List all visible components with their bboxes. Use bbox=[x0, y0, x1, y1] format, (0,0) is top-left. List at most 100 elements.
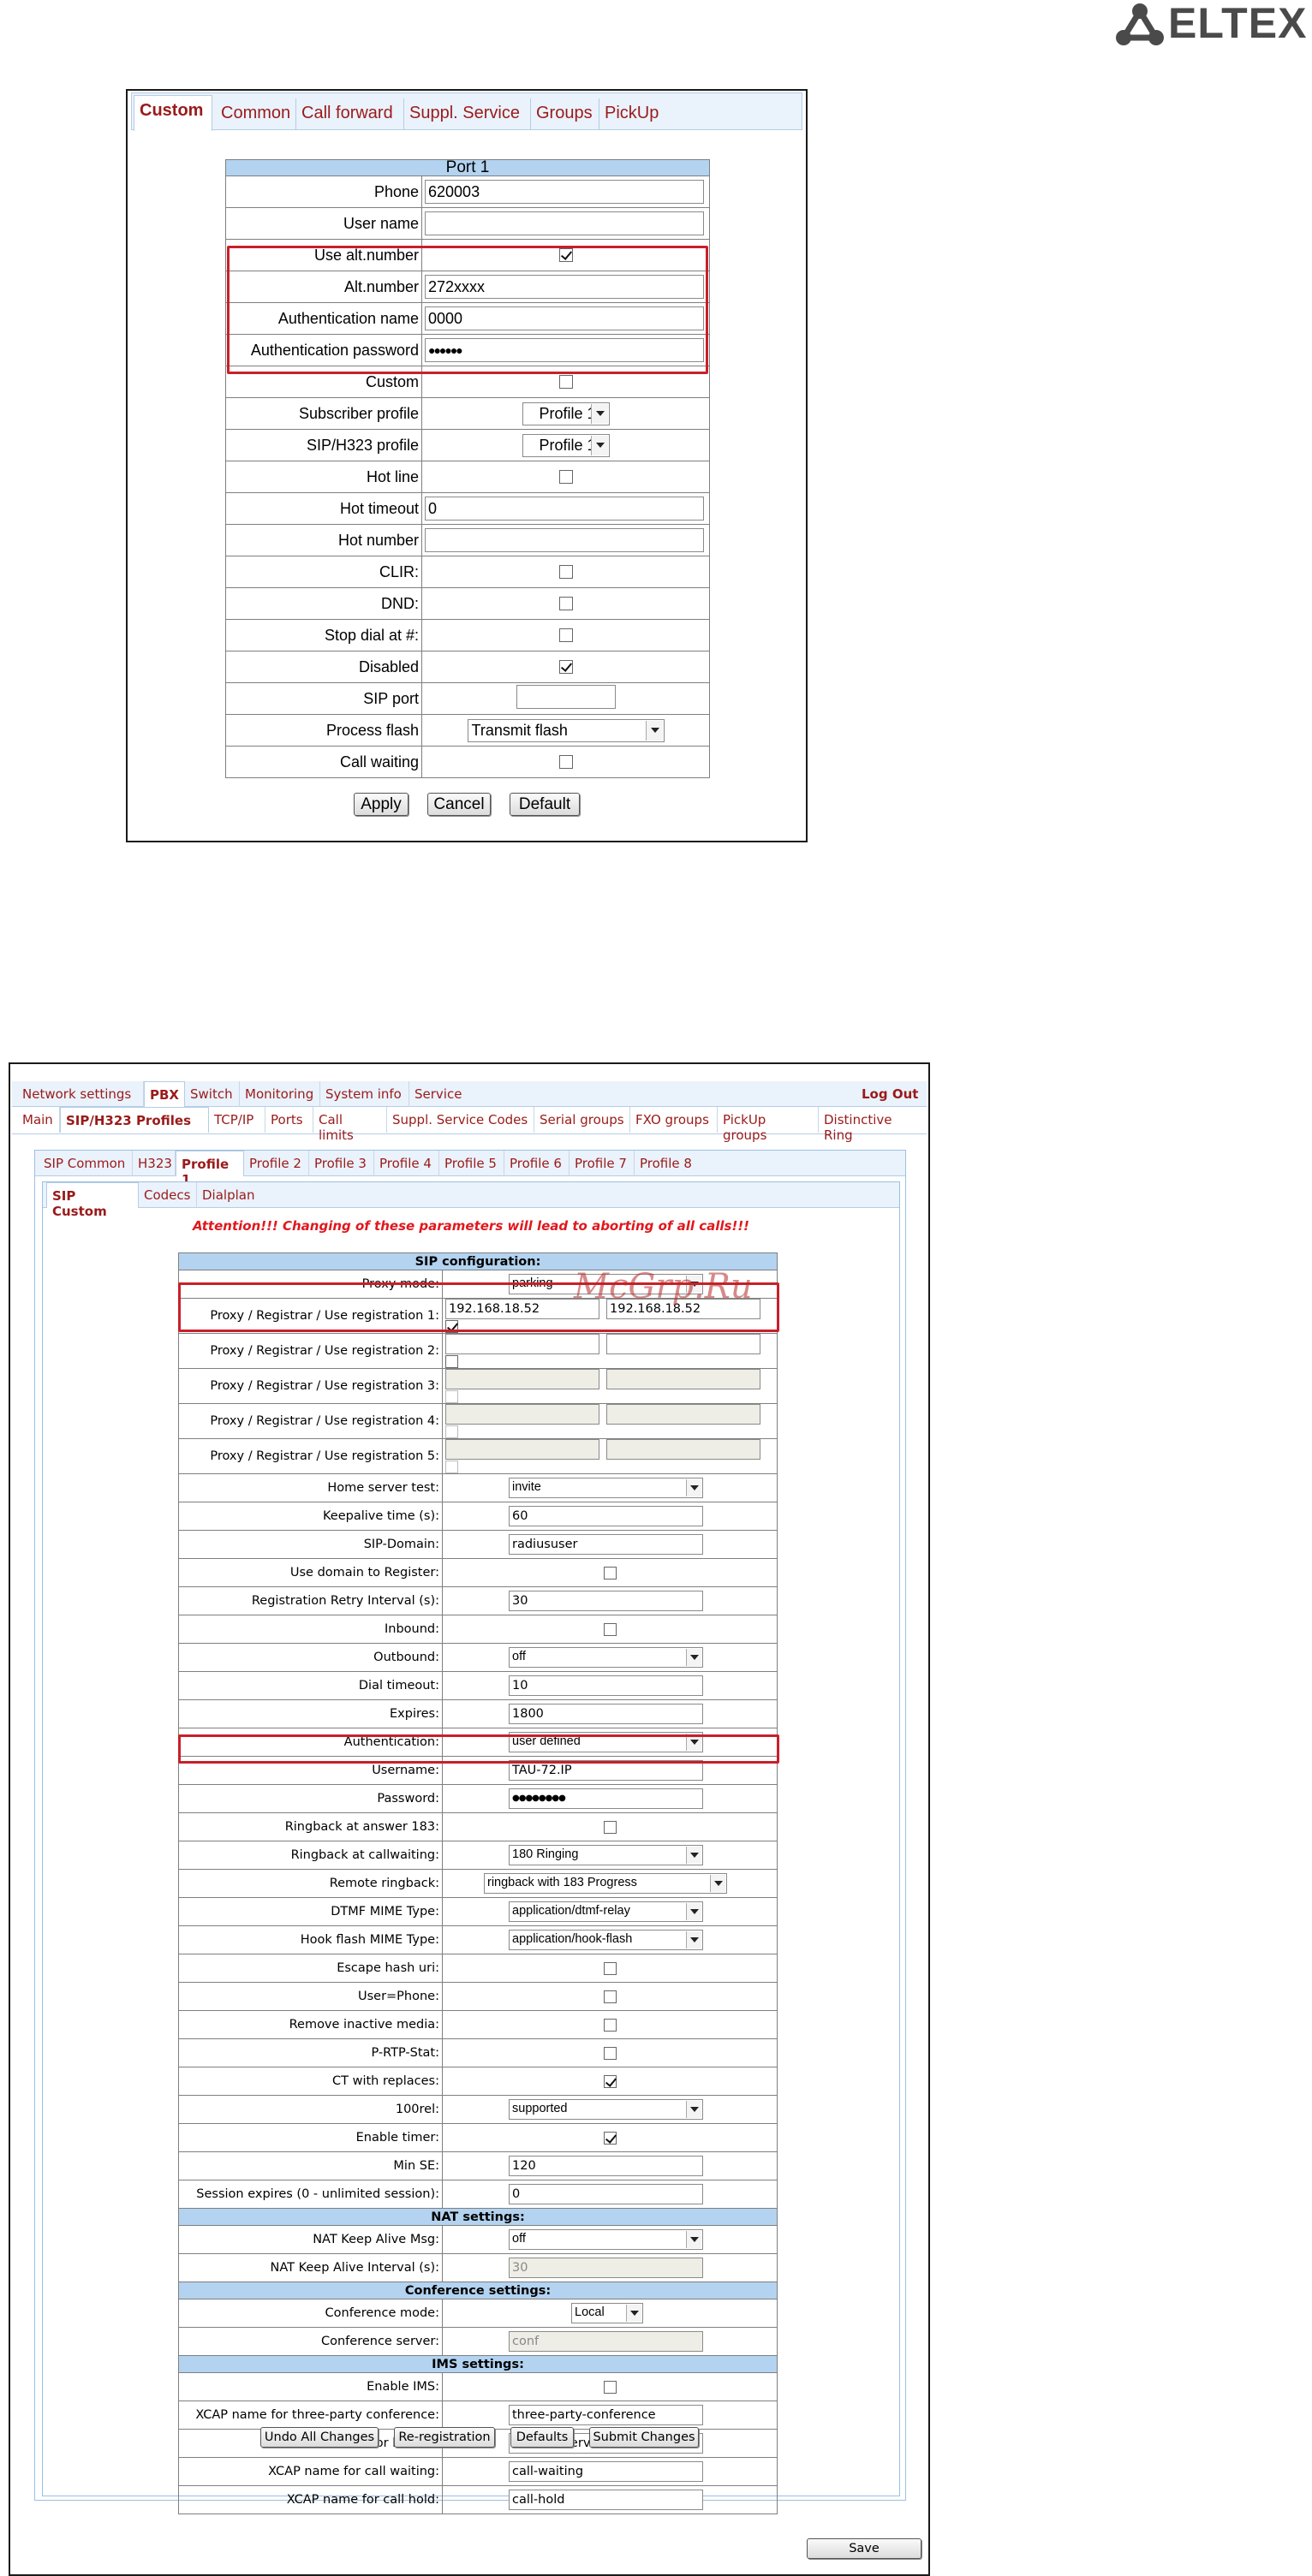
tab-monitoring[interactable]: Monitoring bbox=[240, 1081, 320, 1107]
save-button[interactable]: Save bbox=[807, 2538, 921, 2559]
tab-main[interactable]: Main bbox=[17, 1107, 60, 1133]
tab-suppl-service-codes[interactable]: Suppl. Service Codes bbox=[387, 1107, 534, 1133]
hotline-checkbox[interactable] bbox=[558, 470, 573, 484]
inbound-checkbox[interactable] bbox=[603, 1622, 617, 1636]
sip-domain-input[interactable]: radiususer bbox=[509, 1534, 703, 1555]
xcap-call-hold-input[interactable]: call-hold bbox=[509, 2490, 703, 2510]
proxy-5-input[interactable] bbox=[445, 1439, 599, 1460]
tab-codecs[interactable]: Codecs bbox=[139, 1182, 197, 1208]
tab-distinctive-ring[interactable]: Distinctive Ring bbox=[819, 1107, 925, 1143]
use-registration-2-checkbox[interactable] bbox=[445, 1354, 458, 1368]
tab-sip-custom[interactable]: SIP Custom bbox=[46, 1182, 139, 1219]
proxy-2-input[interactable] bbox=[445, 1334, 599, 1354]
undo-all-changes-button[interactable]: Undo All Changes bbox=[260, 2427, 379, 2448]
conference-mode-select[interactable]: Local bbox=[571, 2303, 643, 2323]
call-waiting-checkbox[interactable] bbox=[558, 755, 573, 769]
tab-system-info[interactable]: System info bbox=[320, 1081, 409, 1107]
dial-timeout-input[interactable]: 10 bbox=[509, 1675, 703, 1696]
user-phone-checkbox[interactable] bbox=[603, 1990, 617, 2003]
tab-call-limits[interactable]: Call limits bbox=[313, 1107, 387, 1143]
tab-ports[interactable]: Ports bbox=[265, 1107, 313, 1133]
dtmf-mime-select[interactable]: application/dtmf-relay bbox=[509, 1901, 703, 1922]
use-registration-3-checkbox[interactable] bbox=[445, 1389, 458, 1403]
remove-inactive-checkbox[interactable] bbox=[603, 2018, 617, 2032]
nat-keepalive-interval-input[interactable]: 30 bbox=[509, 2258, 703, 2278]
tab-profile-8[interactable]: Profile 8 bbox=[635, 1151, 700, 1176]
tab-sip-common[interactable]: SIP Common bbox=[39, 1151, 133, 1176]
retry-interval-input[interactable]: 30 bbox=[509, 1591, 703, 1611]
tab-network-settings[interactable]: Network settings bbox=[17, 1081, 144, 1107]
tab-pickup[interactable]: PickUp bbox=[599, 98, 668, 129]
dnd-checkbox[interactable] bbox=[558, 597, 573, 610]
tab-groups[interactable]: Groups bbox=[531, 98, 599, 129]
sip-password-input[interactable]: ●●●●●●●● bbox=[509, 1788, 703, 1809]
conference-server-input[interactable]: conf bbox=[509, 2331, 703, 2352]
registrar-5-input[interactable] bbox=[606, 1439, 760, 1460]
process-flash-select[interactable]: Transmit flash bbox=[467, 718, 665, 742]
tab-fxo-groups[interactable]: FXO groups bbox=[630, 1107, 718, 1133]
apply-button[interactable]: Apply bbox=[354, 793, 409, 816]
xcap-call-waiting-input[interactable]: call-waiting bbox=[509, 2461, 703, 2482]
clir-checkbox[interactable] bbox=[558, 565, 573, 579]
tab-profile-2[interactable]: Profile 2 bbox=[244, 1151, 309, 1176]
hot-timeout-input[interactable]: 0 bbox=[425, 497, 705, 521]
logout-link[interactable]: Log Out bbox=[856, 1081, 925, 1107]
outbound-select[interactable]: off bbox=[509, 1647, 703, 1668]
tab-profile-3[interactable]: Profile 3 bbox=[309, 1151, 374, 1176]
tab-profile-4[interactable]: Profile 4 bbox=[374, 1151, 439, 1176]
use-registration-4-checkbox[interactable] bbox=[445, 1425, 458, 1438]
tab-tcp-ip[interactable]: TCP/IP bbox=[209, 1107, 265, 1133]
ringback-callwaiting-select[interactable]: 180 Ringing bbox=[509, 1845, 703, 1865]
tab-call-forward[interactable]: Call forward bbox=[296, 98, 404, 129]
subscriber-profile-select[interactable]: Profile 1 bbox=[522, 402, 610, 425]
remote-ringback-select[interactable]: ringback with 183 Progress bbox=[484, 1873, 727, 1894]
re-registration-button[interactable]: Re-registration bbox=[394, 2427, 495, 2448]
registrar-3-input[interactable] bbox=[606, 1369, 760, 1389]
hot-number-input[interactable] bbox=[425, 528, 705, 552]
tab-pbx[interactable]: PBX bbox=[144, 1081, 185, 1107]
min-se-input[interactable]: 120 bbox=[509, 2156, 703, 2176]
enable-timer-checkbox[interactable] bbox=[603, 2131, 617, 2145]
enable-ims-checkbox[interactable] bbox=[603, 2380, 617, 2394]
tab-switch[interactable]: Switch bbox=[185, 1081, 240, 1107]
default-button[interactable]: Default bbox=[510, 793, 580, 816]
session-expires-input[interactable]: 0 bbox=[509, 2184, 703, 2204]
hookflash-mime-select[interactable]: application/hook-flash bbox=[509, 1930, 703, 1950]
tab-suppl-service[interactable]: Suppl. Service bbox=[404, 98, 531, 129]
tab-profile-5[interactable]: Profile 5 bbox=[439, 1151, 504, 1176]
xcap-three-party-input[interactable]: three-party-conference bbox=[509, 2405, 703, 2425]
proxy-4-input[interactable] bbox=[445, 1404, 599, 1425]
use-domain-checkbox[interactable] bbox=[603, 1566, 617, 1580]
tab-pickup-groups[interactable]: PickUp groups bbox=[718, 1107, 819, 1143]
proxy-3-input[interactable] bbox=[445, 1369, 599, 1389]
stop-dial-checkbox[interactable] bbox=[558, 628, 573, 642]
custom-checkbox[interactable] bbox=[558, 375, 573, 389]
tab-common[interactable]: Common bbox=[216, 98, 296, 129]
use-registration-5-checkbox[interactable] bbox=[445, 1460, 458, 1473]
p-rtp-stat-checkbox[interactable] bbox=[603, 2046, 617, 2060]
registrar-2-input[interactable] bbox=[606, 1334, 760, 1354]
expires-input[interactable]: 1800 bbox=[509, 1704, 703, 1724]
tab-h323[interactable]: H323 bbox=[133, 1151, 176, 1176]
ringback-183-checkbox[interactable] bbox=[603, 1820, 617, 1834]
keepalive-input[interactable]: 60 bbox=[509, 1506, 703, 1526]
sip-profile-select[interactable]: Profile 1 bbox=[522, 433, 610, 457]
escape-hash-checkbox[interactable] bbox=[603, 1961, 617, 1975]
tab-profile-7[interactable]: Profile 7 bbox=[570, 1151, 635, 1176]
nat-keepalive-msg-select[interactable]: off bbox=[509, 2229, 703, 2250]
tab-custom[interactable]: Custom bbox=[134, 95, 212, 131]
submit-changes-button[interactable]: Submit Changes bbox=[589, 2427, 699, 2448]
tab-dialplan[interactable]: Dialplan bbox=[197, 1182, 259, 1208]
home-server-select[interactable]: invite bbox=[509, 1478, 703, 1498]
ct-replaces-checkbox[interactable] bbox=[603, 2074, 617, 2088]
cancel-button[interactable]: Cancel bbox=[427, 793, 491, 816]
tab-service[interactable]: Service bbox=[409, 1081, 473, 1107]
registrar-4-input[interactable] bbox=[606, 1404, 760, 1425]
100rel-select[interactable]: supported bbox=[509, 2099, 703, 2120]
defaults-button[interactable]: Defaults bbox=[510, 2427, 574, 2448]
tab-serial-groups[interactable]: Serial groups bbox=[534, 1107, 630, 1133]
disabled-checkbox[interactable] bbox=[558, 660, 573, 674]
tab-profile-1[interactable]: Profile 1 bbox=[176, 1151, 244, 1187]
sip-port-input[interactable] bbox=[516, 684, 616, 709]
tab-sip-h323-profiles[interactable]: SIP/H323 Profiles bbox=[60, 1107, 209, 1133]
